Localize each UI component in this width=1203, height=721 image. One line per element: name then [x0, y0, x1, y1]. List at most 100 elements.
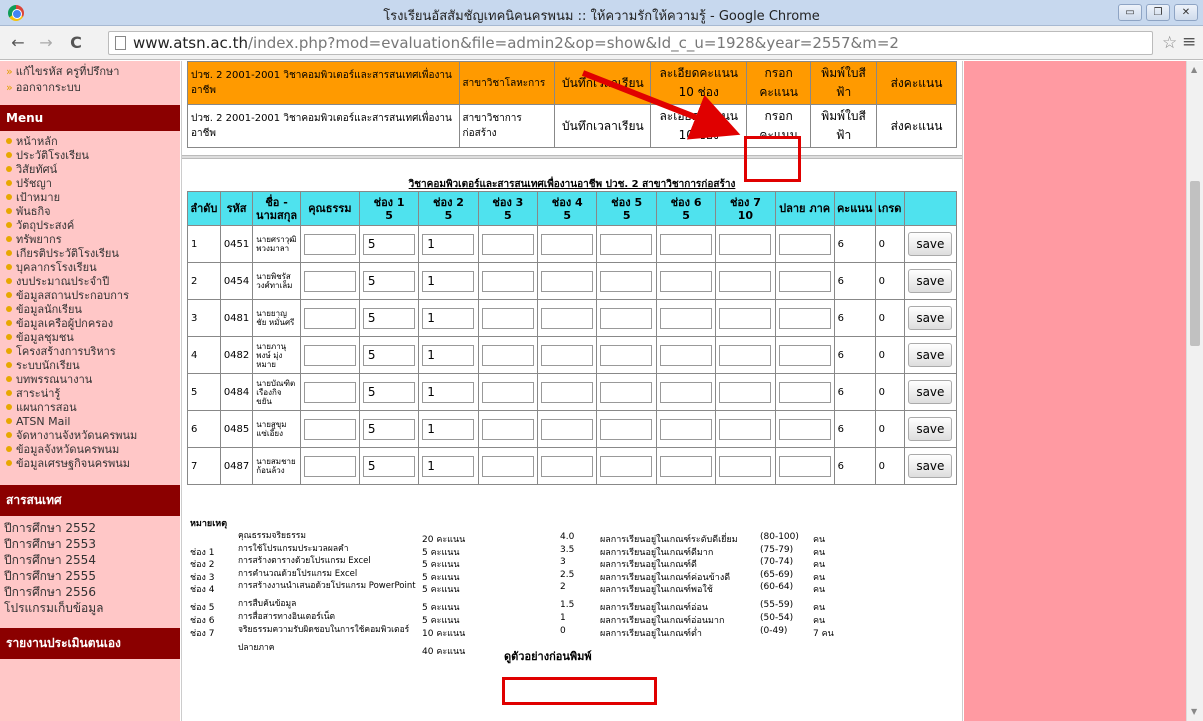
c2-input[interactable] — [422, 233, 475, 255]
year-link[interactable]: ปีการศึกษา 2556 — [0, 584, 180, 600]
close-button[interactable]: ✕ — [1174, 4, 1198, 21]
menu-item[interactable]: วิสัยทัศน์ — [0, 163, 180, 177]
c3-input[interactable] — [481, 344, 534, 366]
menu-item[interactable]: งบประมาณประจำปี — [0, 275, 180, 289]
c6-input[interactable] — [659, 344, 712, 366]
forward-button[interactable]: → — [36, 33, 56, 53]
enter-score-link[interactable]: กรอกคะแนน — [746, 61, 812, 105]
c7-input[interactable] — [719, 270, 772, 292]
c1-input[interactable] — [362, 344, 415, 366]
c5-input[interactable] — [600, 344, 653, 366]
scroll-thumb[interactable] — [1190, 181, 1200, 346]
c4-input[interactable] — [541, 307, 594, 329]
page-scrollbar[interactable]: ▲ ▼ — [1186, 61, 1203, 721]
score-detail-link[interactable]: ละเอียดคะแนน 10 ช่อง — [650, 104, 748, 148]
menu-item[interactable]: ข้อมูลสถานประกอบการ — [0, 289, 180, 303]
year-link[interactable]: โปรแกรมเก็บข้อมูล — [0, 600, 180, 616]
maximize-button[interactable]: ❐ — [1146, 4, 1170, 21]
c5-input[interactable] — [600, 270, 653, 292]
address-bar[interactable]: www.atsn.ac.th/index.php?mod=evaluation&… — [108, 31, 1153, 55]
c4-input[interactable] — [541, 233, 594, 255]
menu-item[interactable]: ข้อมูลเศรษฐกิจนครพนม — [0, 457, 180, 471]
menu-item[interactable]: หน้าหลัก — [0, 135, 180, 149]
minimize-button[interactable]: ▭ — [1118, 4, 1142, 21]
attendance-link[interactable]: บันทึกเวลาเรียน — [554, 104, 652, 148]
c1-input[interactable] — [362, 418, 415, 440]
c2-input[interactable] — [422, 270, 475, 292]
menu-item[interactable]: ประวัติโรงเรียน — [0, 149, 180, 163]
c1-input[interactable] — [362, 270, 415, 292]
menu-item[interactable]: สาระน่ารู้ — [0, 387, 180, 401]
menu-item[interactable]: ข้อมูลชุมชน — [0, 331, 180, 345]
ethics-input[interactable] — [303, 455, 356, 477]
ethics-input[interactable] — [303, 344, 356, 366]
c1-input[interactable] — [362, 233, 415, 255]
menu-item[interactable]: ข้อมูลนักเรียน — [0, 303, 180, 317]
save-button[interactable]: save — [908, 269, 953, 293]
ethics-input[interactable] — [303, 270, 356, 292]
final-input[interactable] — [778, 307, 831, 329]
c3-input[interactable] — [481, 233, 534, 255]
c7-input[interactable] — [719, 233, 772, 255]
c2-input[interactable] — [422, 418, 475, 440]
c7-input[interactable] — [719, 344, 772, 366]
c4-input[interactable] — [541, 270, 594, 292]
menu-item[interactable]: จัดหางานจังหวัดนครพนม — [0, 429, 180, 443]
c3-input[interactable] — [481, 455, 534, 477]
save-button[interactable]: save — [908, 417, 953, 441]
send-score-link[interactable]: ส่งคะแนน — [876, 104, 957, 148]
year-link[interactable]: ปีการศึกษา 2554 — [0, 552, 180, 568]
c3-input[interactable] — [481, 307, 534, 329]
c3-input[interactable] — [481, 381, 534, 403]
c2-input[interactable] — [422, 307, 475, 329]
c3-input[interactable] — [481, 418, 534, 440]
score-detail-link[interactable]: ละเอียดคะแนน 10 ช่อง — [650, 61, 748, 105]
c7-input[interactable] — [719, 418, 772, 440]
c6-input[interactable] — [659, 270, 712, 292]
c5-input[interactable] — [600, 307, 653, 329]
year-link[interactable]: ปีการศึกษา 2553 — [0, 536, 180, 552]
c2-input[interactable] — [422, 455, 475, 477]
menu-item[interactable]: ทรัพยากร — [0, 233, 180, 247]
menu-item[interactable]: บทพรรณนางาน — [0, 373, 180, 387]
menu-item[interactable]: เป้าหมาย — [0, 191, 180, 205]
c1-input[interactable] — [362, 381, 415, 403]
c2-input[interactable] — [422, 344, 475, 366]
c5-input[interactable] — [600, 233, 653, 255]
final-input[interactable] — [778, 455, 831, 477]
send-score-link[interactable]: ส่งคะแนน — [876, 61, 957, 105]
c6-input[interactable] — [659, 418, 712, 440]
menu-item[interactable]: ระบบนักเรียน — [0, 359, 180, 373]
save-button[interactable]: save — [908, 343, 953, 367]
c5-input[interactable] — [600, 381, 653, 403]
account-link[interactable]: » ออกจากระบบ — [0, 81, 180, 97]
menu-item[interactable]: พันธกิจ — [0, 205, 180, 219]
account-link[interactable]: » แก้ไขรหัส ครูที่ปรึกษา — [0, 65, 180, 81]
c3-input[interactable] — [481, 270, 534, 292]
c4-input[interactable] — [541, 381, 594, 403]
ethics-input[interactable] — [303, 418, 356, 440]
c5-input[interactable] — [600, 455, 653, 477]
menu-item[interactable]: โครงสร้างการบริหาร — [0, 345, 180, 359]
ethics-input[interactable] — [303, 307, 356, 329]
ethics-input[interactable] — [303, 233, 356, 255]
save-button[interactable]: save — [908, 380, 953, 404]
chrome-menu-icon[interactable]: ≡ — [1182, 32, 1196, 52]
print-blue-sheet-link[interactable]: พิมพ์ใบสีฟ้า — [810, 104, 878, 148]
attendance-link[interactable]: บันทึกเวลาเรียน — [554, 61, 652, 105]
menu-item[interactable]: ปรัชญา — [0, 177, 180, 191]
menu-item[interactable]: เกียรติประวัติโรงเรียน — [0, 247, 180, 261]
c7-input[interactable] — [719, 381, 772, 403]
final-input[interactable] — [778, 381, 831, 403]
save-button[interactable]: save — [908, 454, 953, 478]
c6-input[interactable] — [659, 455, 712, 477]
scroll-up-icon[interactable]: ▲ — [1191, 65, 1197, 74]
final-input[interactable] — [778, 233, 831, 255]
c6-input[interactable] — [659, 381, 712, 403]
c1-input[interactable] — [362, 307, 415, 329]
menu-item[interactable]: วัตถุประสงค์ — [0, 219, 180, 233]
menu-item[interactable]: ข้อมูลเครือผู้ปกครอง — [0, 317, 180, 331]
menu-item[interactable]: แผนการสอน — [0, 401, 180, 415]
back-button[interactable]: ← — [8, 33, 28, 53]
menu-item[interactable]: บุคลากรโรงเรียน — [0, 261, 180, 275]
